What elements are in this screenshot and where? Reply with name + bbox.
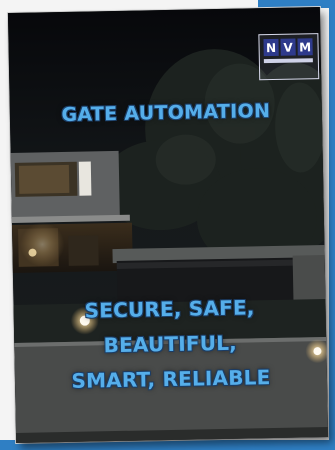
cover-tagline: SECURE, SAFE, BEAUTIFUL, SMART, RELIABLE [13, 289, 327, 400]
tagline-line-1: SECURE, SAFE, [84, 295, 255, 323]
brochure-cover: N V M GATE AUTOMATION SECURE, SAFE, BEAU… [7, 7, 329, 443]
logo-letter-v: V [280, 38, 296, 56]
nvm-logo: N V M [258, 33, 320, 81]
tagline-line-2: BEAUTIFUL, [103, 330, 238, 358]
logo-tagline-bar [263, 58, 313, 64]
page-edge-right [329, 0, 335, 450]
logo-letter-n: N [263, 38, 279, 57]
logo-letter-m: M [297, 38, 313, 56]
tagline-line-3: SMART, RELIABLE [71, 365, 271, 393]
